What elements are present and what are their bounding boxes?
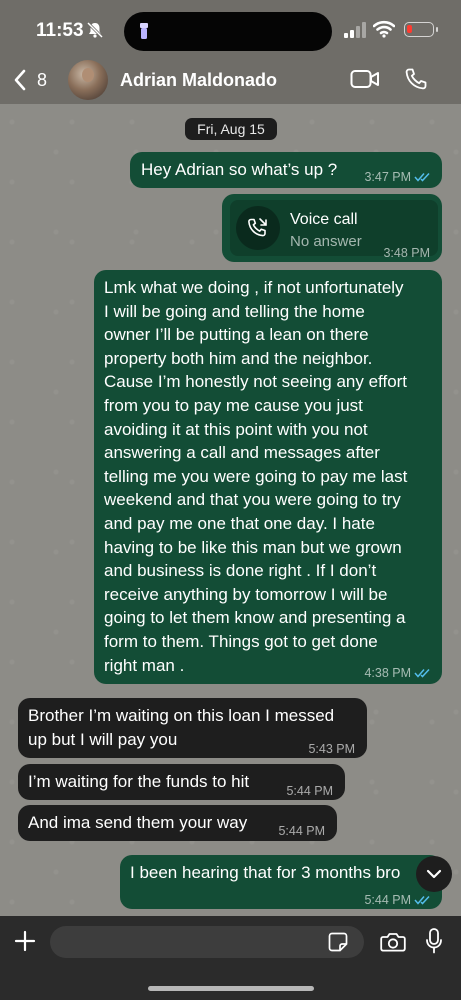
message-input[interactable] xyxy=(50,926,364,958)
message-line: having to be like this man but we grown xyxy=(104,537,402,557)
message-line: avoiding it at this point with you not xyxy=(104,419,368,439)
plus-icon[interactable] xyxy=(14,930,36,952)
message-incoming[interactable]: Brother I’m waiting on this loan I messe… xyxy=(18,698,367,758)
back-chevron-icon[interactable] xyxy=(12,68,28,92)
message-text: I’m waiting for the funds to hit xyxy=(28,772,250,791)
message-time: 3:47 PM xyxy=(364,170,411,184)
message-text: Hey Adrian so what’s up ? xyxy=(141,160,338,179)
message-line: Cause I’m honestly not seeing any effort xyxy=(104,372,408,392)
status-time: 11:53 xyxy=(36,20,84,41)
battery-level xyxy=(407,25,412,33)
message-time: 5:44 PM xyxy=(364,893,411,907)
bell-slash-icon xyxy=(86,21,104,39)
message-line: I will be going and telling the home xyxy=(104,301,365,321)
message-line: and pay me one that one day. I hate xyxy=(104,513,375,533)
chevron-down-icon xyxy=(426,869,442,879)
contact-name[interactable]: Adrian Maldonado xyxy=(120,70,277,91)
scroll-to-bottom-button[interactable] xyxy=(416,856,452,892)
message-line: up but I will pay you xyxy=(28,729,178,749)
voice-call-status: No answer xyxy=(290,233,362,250)
message-time: 3:48 PM xyxy=(383,246,430,260)
battery-icon xyxy=(404,22,434,37)
chat-header: 8 Adrian Maldonado xyxy=(0,56,461,104)
message-time: 5:43 PM xyxy=(308,742,355,756)
message-outgoing[interactable]: Hey Adrian so what’s up ? 3:47 PM xyxy=(130,152,442,188)
message-meta: 4:38 PM xyxy=(364,662,432,686)
message-line: and business is done right . If I don’t xyxy=(104,561,377,581)
message-line: form to them. Things got to get done xyxy=(104,631,378,651)
message-line: owner I’ll be putting a lean on there xyxy=(104,325,369,345)
message-incoming[interactable]: I’m waiting for the funds to hit 5:44 PM xyxy=(18,764,345,800)
message-line: receive anything by tomorrow I will be xyxy=(104,584,388,604)
message-text: Lmk what we doing , if not unfortunately… xyxy=(104,276,407,677)
message-line: right man . xyxy=(104,655,185,675)
message-incoming[interactable]: And ima send them your way 5:44 PM xyxy=(18,805,337,841)
double-check-icon xyxy=(414,668,430,678)
video-icon[interactable] xyxy=(350,68,380,90)
sticker-icon[interactable] xyxy=(328,932,348,952)
camera-icon[interactable] xyxy=(380,932,406,952)
message-line: going to let them know and presenting a xyxy=(104,608,406,628)
voice-call-title: Voice call xyxy=(290,211,358,228)
message-line: property both him and the neighbor. xyxy=(104,348,373,368)
double-check-icon xyxy=(414,172,430,182)
message-line: Brother I’m waiting on this loan I messe… xyxy=(28,706,335,725)
avatar[interactable] xyxy=(68,60,108,100)
message-text: I been hearing that for 3 months bro xyxy=(130,863,401,882)
message-time: 4:38 PM xyxy=(364,666,411,680)
dynamic-island xyxy=(124,12,332,51)
message-line: Lmk what we doing , if not unfortunately xyxy=(104,278,404,297)
battery-tip xyxy=(436,27,438,32)
mic-icon[interactable] xyxy=(426,928,442,954)
message-time: 5:44 PM xyxy=(286,784,333,798)
message-line: answering a call and messages after xyxy=(104,443,380,463)
message-voice-call[interactable]: Voice call No answer 3:48 PM xyxy=(222,194,442,262)
message-text: And ima send them your way xyxy=(28,813,248,832)
flashlight-icon xyxy=(140,23,148,39)
missed-call-icon xyxy=(248,218,267,237)
status-bar: 11:53 xyxy=(0,0,461,56)
message-line: telling me you were going to pay me last xyxy=(104,466,408,486)
message-text: Brother I’m waiting on this loan I messe… xyxy=(28,704,334,751)
message-meta: 5:44 PM xyxy=(364,889,432,909)
chat-area[interactable]: Fri, Aug 15 Hey Adrian so what’s up ? 3:… xyxy=(0,104,461,916)
phone-icon[interactable] xyxy=(404,67,428,91)
signal-icon xyxy=(344,22,366,38)
missed-call-icon-wrap xyxy=(236,206,280,250)
message-line: from you to pay me cause you just xyxy=(104,395,363,415)
input-bar xyxy=(0,916,461,1000)
message-time: 5:44 PM xyxy=(278,824,325,838)
date-separator: Fri, Aug 15 xyxy=(185,118,277,140)
top-bar: 11:53 8 Adrian Maldonado xyxy=(0,0,461,104)
message-outgoing-long[interactable]: Lmk what we doing , if not unfortunately… xyxy=(94,270,442,684)
home-indicator xyxy=(148,986,314,991)
message-meta: 3:47 PM xyxy=(364,166,432,190)
message-outgoing[interactable]: I been hearing that for 3 months bro 5:4… xyxy=(120,855,442,909)
unread-count[interactable]: 8 xyxy=(37,70,47,91)
double-check-icon xyxy=(414,895,430,905)
wifi-icon xyxy=(373,20,395,38)
message-line: weekend and that you were going to try xyxy=(104,490,401,510)
